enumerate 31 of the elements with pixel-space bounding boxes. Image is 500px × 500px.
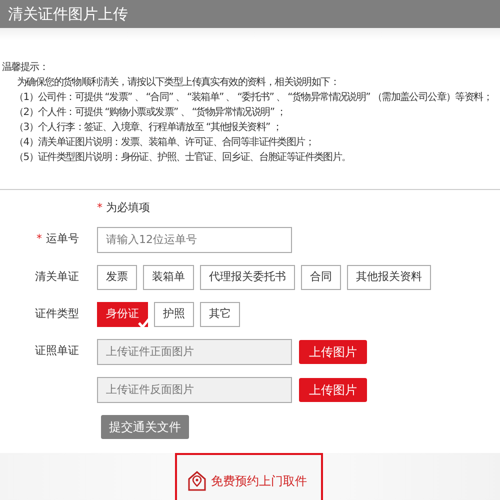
required-note: * 为必填项 [97, 200, 150, 216]
page-title: 清关证件图片上传 [8, 4, 128, 25]
waybill-input[interactable]: 请输入12位运单号 [97, 226, 292, 252]
notice-item: （5）证件类型图片说明：身份证、护照、士官证、回乡证、台胞证等证件类图片。 [13, 150, 352, 165]
checkmark-icon [138, 316, 150, 328]
document-option[interactable]: 代理报关委托书 [200, 264, 295, 290]
field-label: 清关单证 [34, 268, 80, 285]
id-type-option[interactable]: 身份证 [97, 302, 148, 326]
upload-button[interactable]: 上传图片 [299, 378, 367, 402]
document-option[interactable]: 装箱单 [143, 264, 194, 290]
required-mark: * [36, 232, 42, 246]
field-label: 证照单证 [34, 343, 80, 360]
field-label: * 运单号 [36, 231, 80, 248]
location-house-icon [187, 470, 207, 492]
upload-button[interactable]: 上传图片 [299, 340, 367, 364]
document-option[interactable]: 其他报关资料 [347, 264, 431, 290]
notice-item: （1）公司件：可提供 “发票” 、 “合同” 、 “装箱单” 、 “委托书” 、 “货物异常情况说明” （需加盖公司公章）等资料； [13, 90, 493, 105]
id-type-option[interactable]: 护照 [154, 302, 194, 326]
pickup-button[interactable]: 免费预约上门取件 [175, 452, 323, 500]
document-option[interactable]: 发票 [97, 264, 137, 290]
upload-field[interactable]: 上传证件反面图片 [97, 376, 292, 402]
field-label: 证件类型 [34, 306, 80, 322]
notice-item: （2）个人件：可提供 “购物小票或发票” 、 “货物异常情况说明” ； [13, 106, 287, 120]
document-option[interactable]: 合同 [301, 264, 341, 290]
notice-item: （4）清关单证图片说明：发票、装箱单、许可证、合同等非证件类图片； [13, 136, 315, 150]
notice-item: （3）个人行李：签证、入境章、行程单请放至 “其他报关资料” ； [13, 120, 282, 135]
submit-button[interactable]: 提交通关文件 [101, 414, 189, 438]
notice-intro: 为确保您的货物顺利清关，请按以下类型上传真实有效的资料，相关说明如下： [16, 76, 340, 90]
id-type-option[interactable]: 其它 [200, 302, 240, 326]
upload-field[interactable]: 上传证件正面图片 [97, 338, 292, 364]
notice-heading: 温馨提示： [2, 60, 50, 75]
